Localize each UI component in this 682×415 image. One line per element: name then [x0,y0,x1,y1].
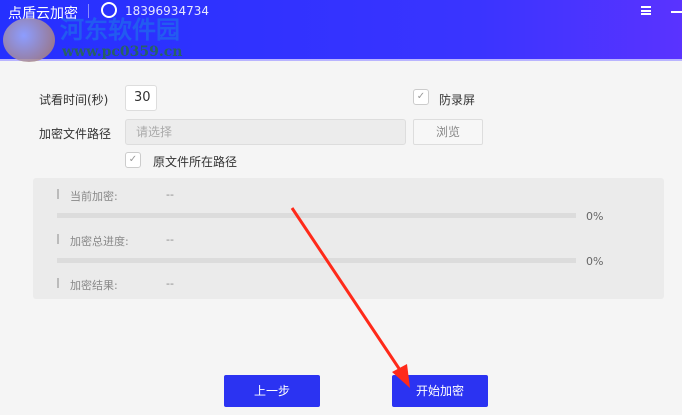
red-arrow-annotation [290,207,410,388]
